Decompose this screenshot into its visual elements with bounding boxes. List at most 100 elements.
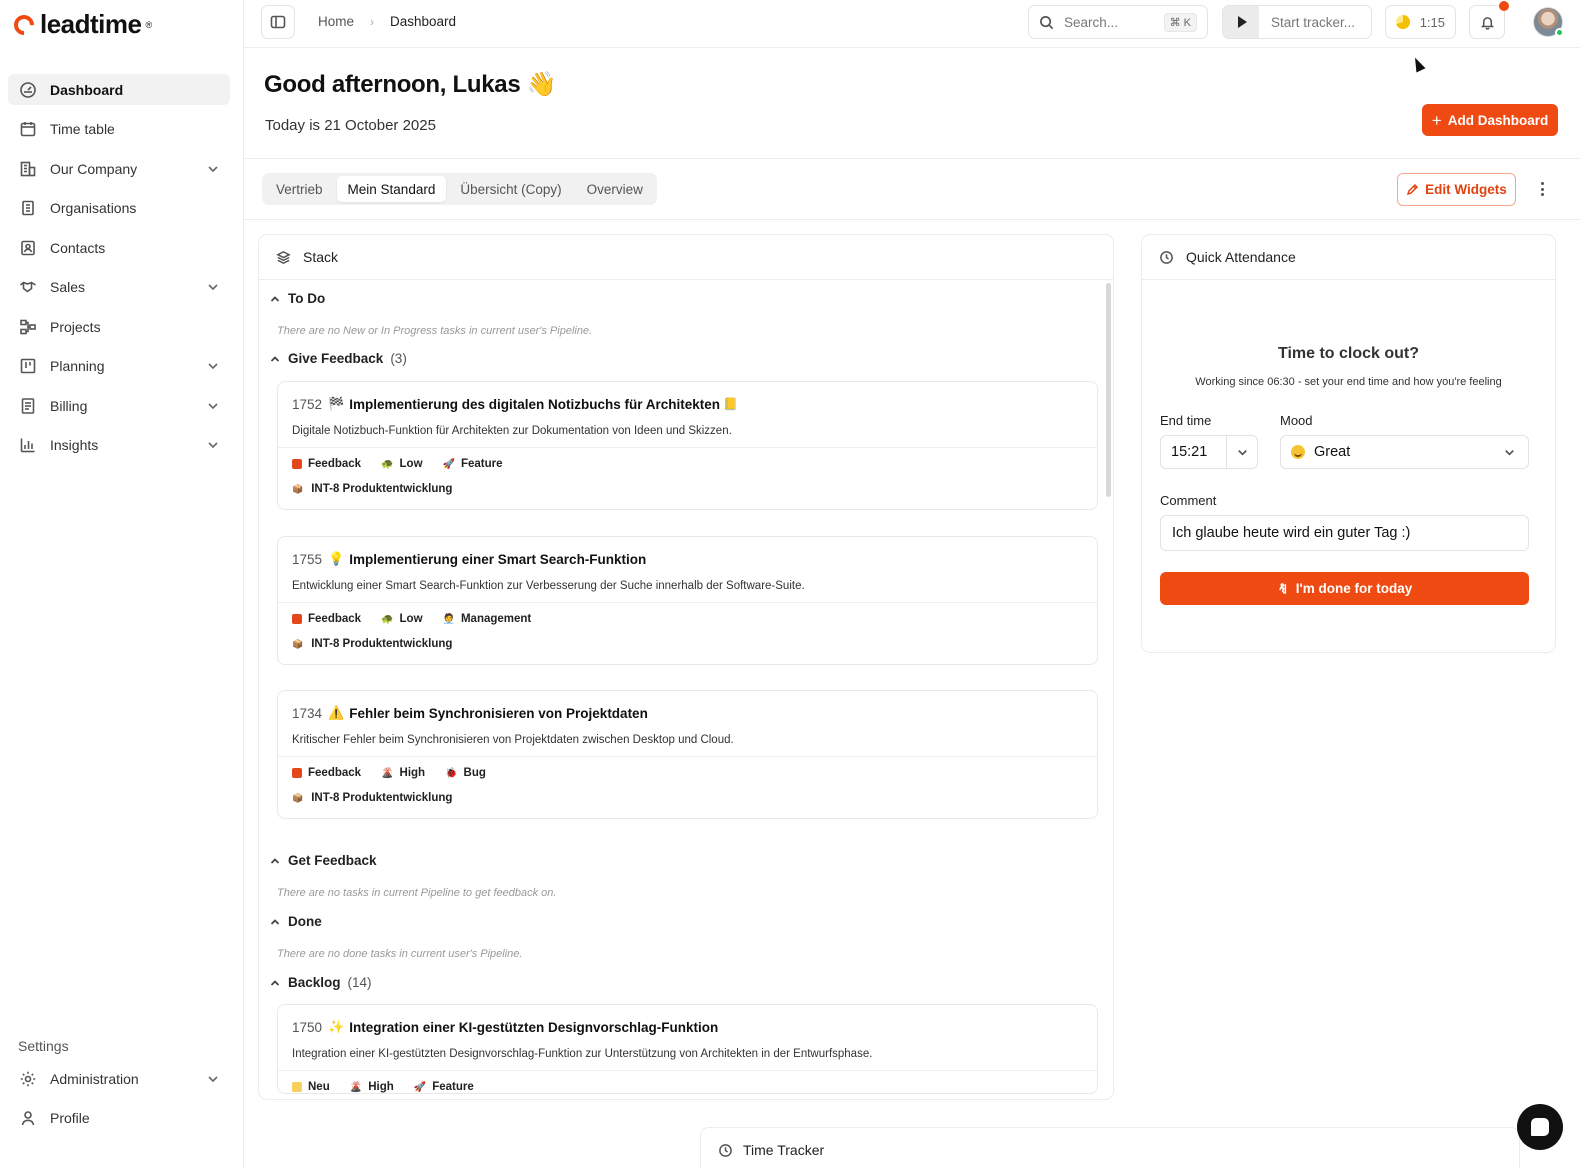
notifications-button[interactable] <box>1469 1 1509 39</box>
sidebar-item-our-company[interactable]: Our Company <box>8 153 230 184</box>
sidebar-item-organisations[interactable]: Organisations <box>8 193 230 224</box>
topbar: Home › Dashboard Search... ⌘ K Start tra… <box>244 0 1580 48</box>
app-logo[interactable]: leadtime ® <box>9 9 152 40</box>
task-project[interactable]: 📦 INT-8 Produktentwicklung <box>292 483 1083 509</box>
dashboard-gauge-icon <box>18 80 38 100</box>
priority-emoji-icon: 🌋 <box>349 1081 363 1093</box>
comment-input[interactable]: Ich glaube heute wird ein guter Tag :) <box>1160 515 1529 551</box>
task-project[interactable]: 📦 INT-8 Produktentwicklung <box>292 792 1083 818</box>
expand-chevron[interactable] <box>206 399 220 413</box>
section-get-feedback[interactable]: Get Feedback <box>269 853 377 868</box>
sidebar-item-insights[interactable]: Insights <box>8 430 230 461</box>
status-badge[interactable]: Neu <box>292 1081 330 1093</box>
task-title[interactable]: Implementierung einer Smart Search-Funkt… <box>349 552 646 567</box>
section-give-feedback[interactable]: Give Feedback (3) <box>269 351 407 366</box>
sidebar-item-sales[interactable]: Sales <box>8 272 230 303</box>
chat-button[interactable] <box>1517 1104 1563 1150</box>
task-card[interactable]: 1734 ⚠️ Fehler beim Synchronisieren von … <box>277 690 1098 819</box>
sidebar-item-time-table[interactable]: Time table <box>8 114 230 145</box>
expand-chevron[interactable] <box>206 1072 220 1086</box>
status-badge[interactable]: Feedback <box>292 613 361 625</box>
sidebar-item-dashboard[interactable]: Dashboard <box>8 74 230 105</box>
section-done[interactable]: Done <box>269 914 322 929</box>
package-icon: 📦 <box>292 792 304 803</box>
stack-widget: Stack To Do There are no New or In Progr… <box>258 234 1114 1100</box>
breadcrumb-separator: › <box>370 14 375 29</box>
chevron-down-icon <box>208 284 218 291</box>
sidebar-item-billing[interactable]: Billing <box>8 390 230 421</box>
type-badge[interactable]: 🚀 Feature <box>414 1081 474 1093</box>
section-backlog[interactable]: Backlog (14) <box>269 975 372 990</box>
expand-chevron[interactable] <box>206 438 220 452</box>
end-time-dropdown[interactable] <box>1227 446 1257 459</box>
type-badge[interactable]: 🚀 Feature <box>443 458 503 470</box>
sidebar-item-contacts[interactable]: Contacts <box>8 232 230 263</box>
type-emoji-icon: 🐞 <box>445 767 458 779</box>
expand-chevron[interactable] <box>206 359 220 373</box>
avatar[interactable] <box>1533 7 1564 37</box>
type-emoji-icon: 🚀 <box>413 1081 427 1093</box>
sidebar-item-administration[interactable]: Administration <box>8 1063 230 1094</box>
task-title[interactable]: Fehler beim Synchronisieren von Projektd… <box>349 706 648 721</box>
add-dashboard-button[interactable]: + Add Dashboard <box>1422 104 1558 136</box>
page-title: Good afternoon, Lukas 👋 <box>264 71 557 98</box>
task-title[interactable]: Integration einer KI-gestützten Designvo… <box>349 1020 718 1035</box>
task-id: 1734 <box>292 705 323 721</box>
layers-icon <box>276 250 291 264</box>
collapse-caret[interactable] <box>269 293 281 305</box>
sidebar-item-projects[interactable]: Projects <box>8 311 230 342</box>
pie-progress-icon <box>1396 15 1410 29</box>
edit-widgets-button[interactable]: Edit Widgets <box>1397 173 1516 206</box>
package-icon: 📦 <box>292 638 304 649</box>
collapse-caret[interactable] <box>269 977 281 989</box>
task-project[interactable]: 📦 INT-8 Produktentwicklung <box>292 638 1083 664</box>
priority-badge[interactable]: 🐢 Low <box>381 613 422 625</box>
sidebar-item-profile[interactable]: Profile <box>8 1103 230 1134</box>
section-todo[interactable]: To Do <box>269 291 325 306</box>
end-time-select[interactable]: 15:21 <box>1160 435 1258 469</box>
sidebar-item-planning[interactable]: Planning <box>8 351 230 382</box>
priority-badge[interactable]: 🐢 Low <box>381 458 422 470</box>
collapse-caret[interactable] <box>269 353 281 365</box>
start-tracker-button[interactable]: Start tracker... <box>1222 5 1372 39</box>
task-card[interactable]: 1755 💡 Implementierung einer Smart Searc… <box>277 536 1098 665</box>
breadcrumb-home[interactable]: Home <box>318 14 354 29</box>
tab-overview[interactable]: Overview <box>576 176 654 202</box>
tab-mein-standard[interactable]: Mein Standard <box>336 176 447 202</box>
expand-chevron[interactable] <box>206 280 220 294</box>
task-card[interactable]: 1752 🏁 Implementierung des digitalen Not… <box>277 381 1098 510</box>
section-name: To Do <box>288 291 326 306</box>
priority-badge[interactable]: 🌋 High <box>350 1081 394 1093</box>
tab-vertrieb[interactable]: Vertrieb <box>265 176 334 202</box>
end-time-value[interactable]: 15:21 <box>1161 436 1227 468</box>
collapse-caret[interactable] <box>269 855 281 867</box>
tabs-divider <box>244 219 1580 220</box>
dashboard-tabs: Vertrieb Mein Standard Übersicht (Copy) Ove… <box>262 173 657 205</box>
expand-chevron[interactable] <box>206 162 220 176</box>
more-options-icon[interactable] <box>1534 180 1550 198</box>
status-badge[interactable]: Feedback <box>292 767 361 779</box>
search-input[interactable]: Search... ⌘ K <box>1028 5 1208 39</box>
type-badge[interactable]: 🧑‍💼 Management <box>443 613 532 625</box>
stack-scrollbar[interactable] <box>1106 283 1111 497</box>
collapse-caret[interactable] <box>269 916 281 928</box>
tab--bersicht-copy-[interactable]: Übersicht (Copy) <box>449 176 572 202</box>
priority-label: Low <box>399 613 423 625</box>
mood-select[interactable]: Great <box>1280 435 1529 469</box>
sidebar-toggle-button[interactable] <box>261 5 295 39</box>
type-badge[interactable]: 🐞 Bug <box>445 767 486 779</box>
calendar-icon <box>18 119 38 139</box>
timer-pill[interactable]: 1:15 <box>1385 5 1456 39</box>
done-for-today-button[interactable]: I'm done for today <box>1160 572 1529 605</box>
status-badge[interactable]: Feedback <box>292 458 361 470</box>
sidebar-item-label: Billing <box>50 397 88 414</box>
task-card[interactable]: 1750 ✨ Integration einer KI-gestützten D… <box>277 1004 1098 1094</box>
chevron-up-icon <box>270 295 280 302</box>
priority-badge[interactable]: 🌋 High <box>381 767 425 779</box>
done-for-today-label: I'm done for today <box>1295 581 1413 596</box>
task-title[interactable]: Implementierung des digitalen Notizbuchs… <box>349 397 720 412</box>
mood-value: Great <box>1314 444 1351 460</box>
task-title-row: 1750 ✨ Integration einer KI-gestützten D… <box>292 1019 1083 1035</box>
section-name: Give Feedback <box>288 351 384 366</box>
task-trail-emoji-icon: 📒 <box>723 397 738 411</box>
